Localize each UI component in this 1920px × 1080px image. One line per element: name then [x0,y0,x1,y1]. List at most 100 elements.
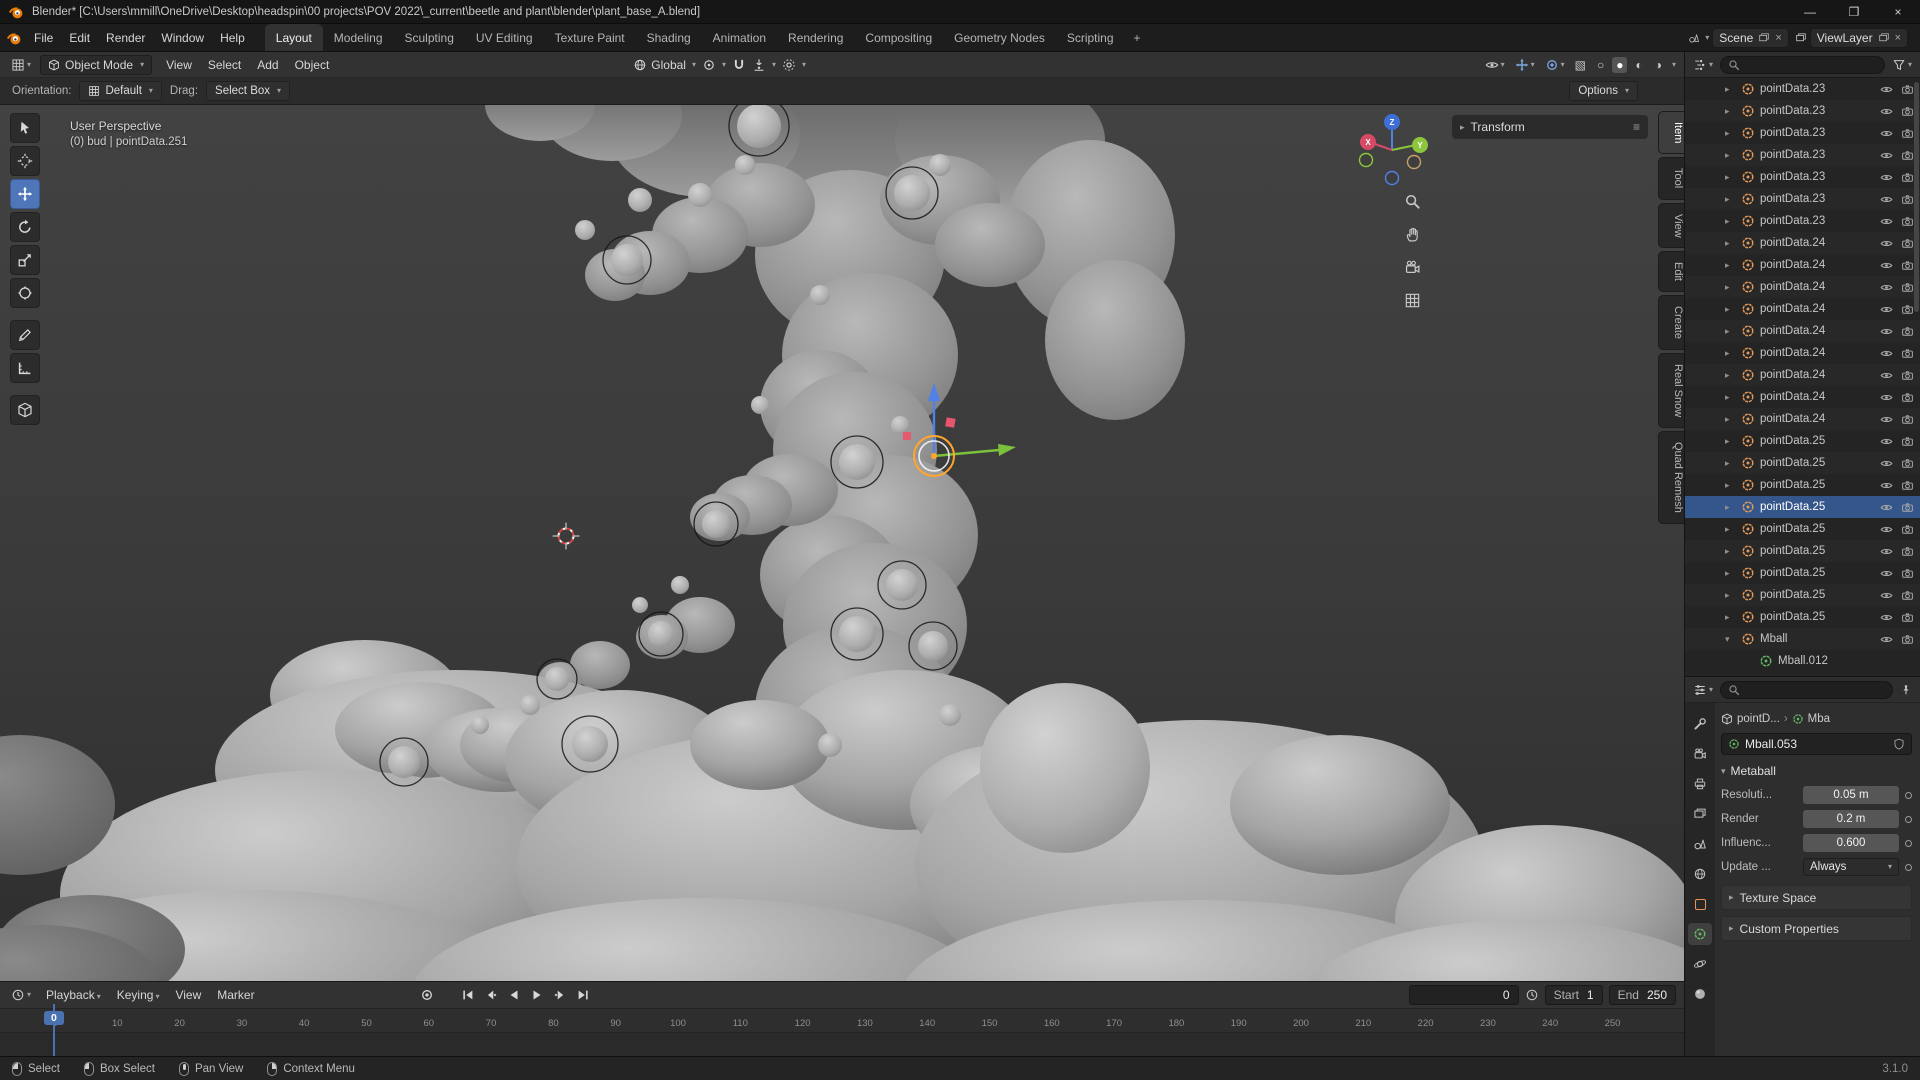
axis-neg-ball[interactable] [1360,154,1373,167]
menu-window[interactable]: Window [153,27,212,49]
hide-eye-icon[interactable] [1880,457,1893,470]
object-name[interactable]: pointData.23 [1760,149,1872,161]
camera-visibility-icon[interactable] [1901,567,1914,580]
object-name[interactable]: pointData.25 [1760,435,1872,447]
show-gizmo-toggle[interactable]: ▾ [1512,56,1538,74]
shading-wireframe-button[interactable]: ○ [1593,57,1608,73]
camera-visibility-icon[interactable] [1901,479,1914,492]
hide-eye-icon[interactable] [1880,171,1893,184]
workspace-tab-compositing[interactable]: Compositing [854,24,943,51]
camera-visibility-icon[interactable] [1901,611,1914,624]
viewport-menu-select[interactable]: Select [200,54,249,76]
expand-icon[interactable]: ▸ [1725,326,1738,337]
object-name[interactable]: pointData.24 [1760,303,1872,315]
object-name[interactable]: pointData.23 [1760,215,1872,227]
sidebar-tab-quad-remesh[interactable]: Quad Remesh [1658,431,1684,524]
viewlayer-browse-icon[interactable] [1795,32,1807,44]
timeline-editor-button[interactable]: ▾ [8,986,34,1004]
workspace-tab-modeling[interactable]: Modeling [323,24,394,51]
render-properties-tab[interactable] [1688,743,1712,765]
camera-visibility-icon[interactable] [1901,413,1914,426]
physics-properties-tab[interactable] [1688,953,1712,975]
camera-visibility-icon[interactable] [1901,391,1914,404]
object-name[interactable]: pointData.23 [1760,193,1872,205]
value-field[interactable]: 0.2 m [1803,810,1899,828]
hide-eye-icon[interactable] [1880,347,1893,360]
gizmo-plane-handle[interactable] [903,432,911,440]
expand-icon[interactable]: ▸ [1725,414,1738,425]
playhead[interactable]: 0 [44,1011,64,1025]
camera-visibility-icon[interactable] [1901,589,1914,602]
menu-help[interactable]: Help [212,27,253,49]
snap-settings-dropdown[interactable]: ▾ [752,58,776,72]
workspace-tab-geometry-nodes[interactable]: Geometry Nodes [943,24,1056,51]
camera-visibility-icon[interactable] [1901,457,1914,470]
outliner-row[interactable]: ▾Mball [1685,628,1920,650]
outliner-row[interactable]: ▸ pointData.23 [1685,100,1920,122]
object-name[interactable]: pointData.24 [1760,413,1872,425]
sidebar-tab-real-snow[interactable]: Real Snow [1658,353,1684,428]
hide-eye-icon[interactable] [1880,501,1893,514]
hide-eye-icon[interactable] [1880,325,1893,338]
outliner-row[interactable]: ▸ pointData.25 [1685,474,1920,496]
expand-icon[interactable]: ▸ [1725,150,1738,161]
panel-menu-icon[interactable]: ≡ [1633,120,1640,134]
scene-properties-tab[interactable] [1688,833,1712,855]
value-field[interactable]: 0.600 [1803,834,1899,852]
scene-name[interactable]: Scene [1719,31,1753,45]
hide-eye-icon[interactable] [1880,589,1893,602]
axis-neg-ball[interactable] [1386,172,1399,185]
add-cube-tool[interactable] [10,395,40,425]
menu-file[interactable]: File [26,27,61,49]
update-dropdown[interactable]: Always▾ [1803,858,1899,876]
animate-decorator-icon[interactable] [1905,864,1912,871]
camera-visibility-icon[interactable] [1901,83,1914,96]
expand-icon[interactable]: ▸ [1725,568,1738,579]
rotate-tool[interactable] [10,212,40,242]
object-name[interactable]: pointData.25 [1760,567,1872,579]
select-box-tool[interactable] [10,113,40,143]
visibility-dropdown[interactable]: ▾ [1482,56,1508,74]
metaball-panel-header[interactable]: ▾ Metaball [1721,759,1912,783]
expand-icon[interactable]: ▸ [1725,282,1738,293]
measure-tool[interactable] [10,353,40,383]
camera-visibility-icon[interactable] [1901,325,1914,338]
panel-header-texture-space[interactable]: ▸Texture Space [1721,885,1912,910]
shading-solid-button[interactable]: ● [1612,57,1627,73]
animate-decorator-icon[interactable] [1905,816,1912,823]
object-name[interactable]: pointData.24 [1760,259,1872,271]
outliner-row[interactable]: ▸pointData.25 [1685,452,1920,474]
object-name[interactable]: pointData.25 [1760,501,1872,513]
scene-browse-icon[interactable] [1688,32,1700,44]
camera-visibility-icon[interactable] [1901,281,1914,294]
hide-eye-icon[interactable] [1880,193,1893,206]
object-name[interactable]: pointData.23 [1760,105,1872,117]
viewlayer-selector[interactable]: ViewLayer × [1810,28,1908,48]
workspace-tab-scripting[interactable]: Scripting [1056,24,1125,51]
expand-icon[interactable]: ▸ [1725,480,1738,491]
hide-eye-icon[interactable] [1880,369,1893,382]
properties-search-input[interactable] [1720,681,1893,699]
outliner-row[interactable]: ▸ pointData.24 [1685,408,1920,430]
camera-visibility-icon[interactable] [1901,501,1914,514]
drag-dropdown[interactable]: Select Box ▾ [206,81,290,101]
viewport-menu-add[interactable]: Add [249,54,286,76]
animate-decorator-icon[interactable] [1905,792,1912,799]
camera-visibility-icon[interactable] [1901,523,1914,536]
object-name[interactable]: pointData.25 [1760,479,1872,491]
object-name[interactable]: pointData.24 [1760,325,1872,337]
outliner-row[interactable]: ▸pointData.24 [1685,364,1920,386]
object-properties-tab[interactable] [1688,893,1712,915]
orientation-dropdown[interactable]: Global ▾ [633,58,696,72]
workspace-tab-texture-paint[interactable]: Texture Paint [544,24,636,51]
outliner-row[interactable]: ▸pointData.25 [1685,518,1920,540]
object-name[interactable]: pointData.24 [1760,281,1872,293]
expand-icon[interactable]: ▸ [1725,106,1738,117]
cursor-tool[interactable] [10,146,40,176]
gizmo-plane-handle[interactable] [945,417,955,427]
world-properties-tab[interactable] [1688,863,1712,885]
outliner-row[interactable]: ▸pointData.23 [1685,166,1920,188]
viewport-menu-view[interactable]: View [158,54,200,76]
properties-pin-button[interactable] [1897,682,1915,698]
expand-icon[interactable]: ▸ [1725,304,1738,315]
